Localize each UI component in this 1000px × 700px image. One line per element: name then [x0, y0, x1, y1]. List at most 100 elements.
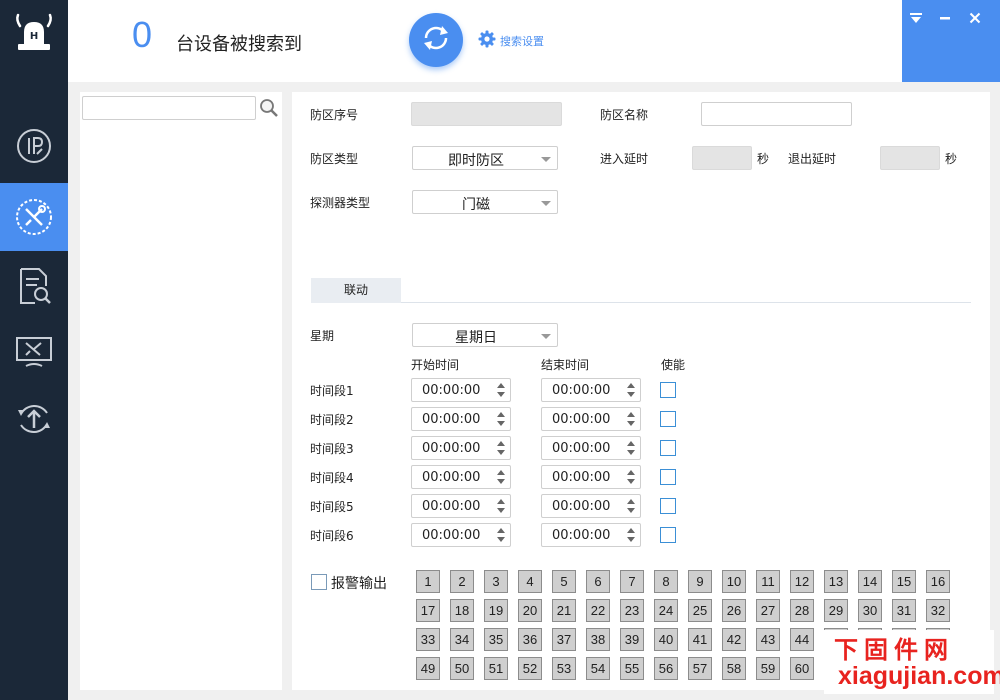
- alarm-output-button[interactable]: 24: [654, 599, 678, 622]
- close-button[interactable]: [965, 8, 985, 28]
- start-time-spinbox[interactable]: 00:00:00: [411, 407, 511, 431]
- end-time-spinbox[interactable]: 00:00:00: [541, 465, 641, 489]
- spin-down-icon[interactable]: [627, 479, 635, 484]
- detector-type-select[interactable]: 门磁: [412, 190, 558, 214]
- alarm-output-button[interactable]: 39: [620, 628, 644, 651]
- alarm-output-button[interactable]: 16: [926, 570, 950, 593]
- spin-down-icon[interactable]: [497, 537, 505, 542]
- alarm-output-button[interactable]: 4: [518, 570, 542, 593]
- alarm-output-button[interactable]: 54: [586, 657, 610, 680]
- alarm-output-button[interactable]: 59: [756, 657, 780, 680]
- alarm-output-button[interactable]: 40: [654, 628, 678, 651]
- spin-down-icon[interactable]: [627, 537, 635, 542]
- alarm-output-button[interactable]: 33: [416, 628, 440, 651]
- start-time-spinbox[interactable]: 00:00:00: [411, 378, 511, 402]
- spin-up-icon[interactable]: [627, 528, 635, 533]
- spin-down-icon[interactable]: [497, 392, 505, 397]
- alarm-output-button[interactable]: 26: [722, 599, 746, 622]
- alarm-output-button[interactable]: 41: [688, 628, 712, 651]
- alarm-output-button[interactable]: 50: [450, 657, 474, 680]
- alarm-output-button[interactable]: 57: [688, 657, 712, 680]
- enable-checkbox[interactable]: [660, 382, 676, 398]
- spin-up-icon[interactable]: [497, 528, 505, 533]
- alarm-output-button[interactable]: 23: [620, 599, 644, 622]
- alarm-output-button[interactable]: 18: [450, 599, 474, 622]
- start-time-spinbox[interactable]: 00:00:00: [411, 465, 511, 489]
- alarm-output-button[interactable]: 32: [926, 599, 950, 622]
- alarm-output-button[interactable]: 60: [790, 657, 814, 680]
- end-time-spinbox[interactable]: 00:00:00: [541, 494, 641, 518]
- alarm-output-button[interactable]: 52: [518, 657, 542, 680]
- alarm-output-button[interactable]: 8: [654, 570, 678, 593]
- alarm-output-button[interactable]: 19: [484, 599, 508, 622]
- start-time-spinbox[interactable]: 00:00:00: [411, 494, 511, 518]
- end-time-spinbox[interactable]: 00:00:00: [541, 378, 641, 402]
- alarm-output-button[interactable]: 51: [484, 657, 508, 680]
- spin-up-icon[interactable]: [497, 441, 505, 446]
- minimize-button[interactable]: [935, 8, 955, 28]
- end-time-spinbox[interactable]: 00:00:00: [541, 407, 641, 431]
- nav-item-monitor-tools[interactable]: [0, 318, 68, 386]
- spin-up-icon[interactable]: [627, 412, 635, 417]
- spin-down-icon[interactable]: [497, 450, 505, 455]
- enable-checkbox[interactable]: [660, 469, 676, 485]
- alarm-output-button[interactable]: 11: [756, 570, 780, 593]
- alarm-output-button[interactable]: 43: [756, 628, 780, 651]
- search-input[interactable]: [82, 96, 256, 120]
- spin-down-icon[interactable]: [627, 421, 635, 426]
- alarm-output-button[interactable]: 21: [552, 599, 576, 622]
- nav-item-tools[interactable]: [0, 183, 68, 251]
- spin-down-icon[interactable]: [497, 479, 505, 484]
- enable-checkbox[interactable]: [660, 527, 676, 543]
- alarm-output-button[interactable]: 22: [586, 599, 610, 622]
- alarm-output-button[interactable]: 13: [824, 570, 848, 593]
- end-time-spinbox[interactable]: 00:00:00: [541, 523, 641, 547]
- alarm-output-button[interactable]: 5: [552, 570, 576, 593]
- alarm-output-button[interactable]: 2: [450, 570, 474, 593]
- alarm-output-button[interactable]: 9: [688, 570, 712, 593]
- start-time-spinbox[interactable]: 00:00:00: [411, 436, 511, 460]
- spin-down-icon[interactable]: [627, 450, 635, 455]
- enable-checkbox[interactable]: [660, 411, 676, 427]
- alarm-output-button[interactable]: 15: [892, 570, 916, 593]
- alarm-output-button[interactable]: 7: [620, 570, 644, 593]
- spin-up-icon[interactable]: [497, 470, 505, 475]
- zone-name-input[interactable]: [701, 102, 852, 126]
- alarm-output-button[interactable]: 14: [858, 570, 882, 593]
- alarm-output-button[interactable]: 6: [586, 570, 610, 593]
- spin-up-icon[interactable]: [497, 412, 505, 417]
- alarm-output-button[interactable]: 28: [790, 599, 814, 622]
- search-settings-button[interactable]: 搜索设置: [478, 30, 544, 52]
- alarm-output-checkbox[interactable]: [311, 574, 327, 590]
- alarm-output-button[interactable]: 37: [552, 628, 576, 651]
- nav-item-log-search[interactable]: [0, 252, 68, 320]
- alarm-output-button[interactable]: 35: [484, 628, 508, 651]
- tab-linkage[interactable]: 联动: [311, 278, 401, 303]
- alarm-output-button[interactable]: 3: [484, 570, 508, 593]
- end-time-spinbox[interactable]: 00:00:00: [541, 436, 641, 460]
- alarm-output-button[interactable]: 20: [518, 599, 542, 622]
- nav-item-upgrade[interactable]: [0, 385, 68, 453]
- spin-up-icon[interactable]: [627, 441, 635, 446]
- refresh-button[interactable]: [409, 13, 463, 67]
- spin-up-icon[interactable]: [497, 499, 505, 504]
- spin-up-icon[interactable]: [627, 383, 635, 388]
- zone-type-select[interactable]: 即时防区: [412, 146, 558, 170]
- spin-up-icon[interactable]: [627, 499, 635, 504]
- alarm-output-button[interactable]: 42: [722, 628, 746, 651]
- alarm-output-button[interactable]: 30: [858, 599, 882, 622]
- alarm-output-button[interactable]: 17: [416, 599, 440, 622]
- search-icon[interactable]: [259, 98, 279, 118]
- nav-item-ip[interactable]: [0, 112, 68, 180]
- spin-down-icon[interactable]: [497, 508, 505, 513]
- dropdown-menu-button[interactable]: [906, 8, 926, 28]
- alarm-output-button[interactable]: 10: [722, 570, 746, 593]
- alarm-output-button[interactable]: 27: [756, 599, 780, 622]
- spin-down-icon[interactable]: [627, 508, 635, 513]
- alarm-output-button[interactable]: 56: [654, 657, 678, 680]
- alarm-output-button[interactable]: 34: [450, 628, 474, 651]
- spin-up-icon[interactable]: [497, 383, 505, 388]
- alarm-output-button[interactable]: 31: [892, 599, 916, 622]
- spin-up-icon[interactable]: [627, 470, 635, 475]
- spin-down-icon[interactable]: [497, 421, 505, 426]
